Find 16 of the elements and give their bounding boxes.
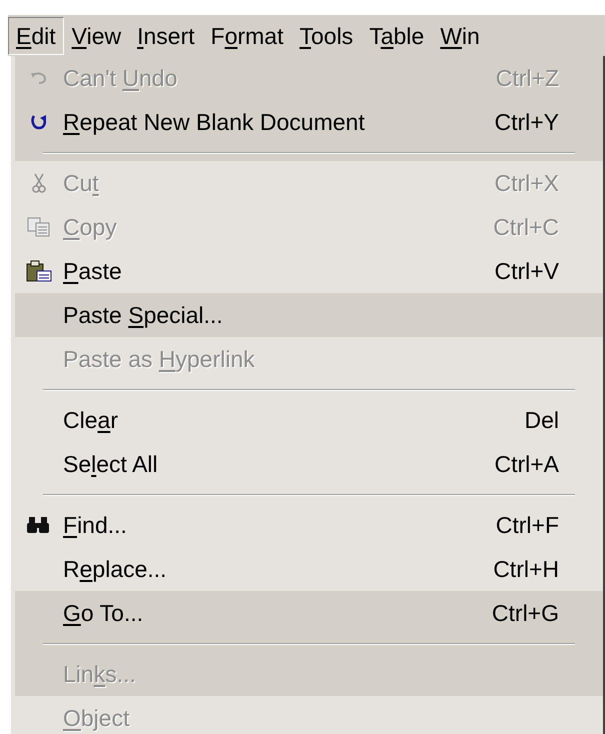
menu-bar-item[interactable]: View: [64, 16, 130, 54]
menu-bar-item[interactable]: Insert: [129, 16, 203, 54]
undo-icon: [30, 72, 48, 84]
menu-bar-item[interactable]: Format: [202, 16, 292, 54]
menu-item[interactable]: Go To... Ctrl+G: [15, 591, 603, 635]
menu-bar-item[interactable]: Table: [361, 16, 432, 54]
redo-icon: [31, 113, 47, 131]
menu-bar-item[interactable]: Win: [432, 16, 488, 54]
menu-item[interactable]: Paste Special...: [15, 293, 603, 337]
scissors-icon: [32, 173, 46, 193]
menu-bar-item[interactable]: Edit: [8, 16, 64, 54]
menu-bar-item[interactable]: Tools: [291, 16, 362, 54]
clipboard-icon: [26, 260, 52, 282]
binoculars-icon: [27, 516, 51, 534]
copy-icon: [27, 217, 51, 237]
menu-item[interactable]: Repeat New Blank Document Ctrl+Y: [15, 100, 603, 144]
